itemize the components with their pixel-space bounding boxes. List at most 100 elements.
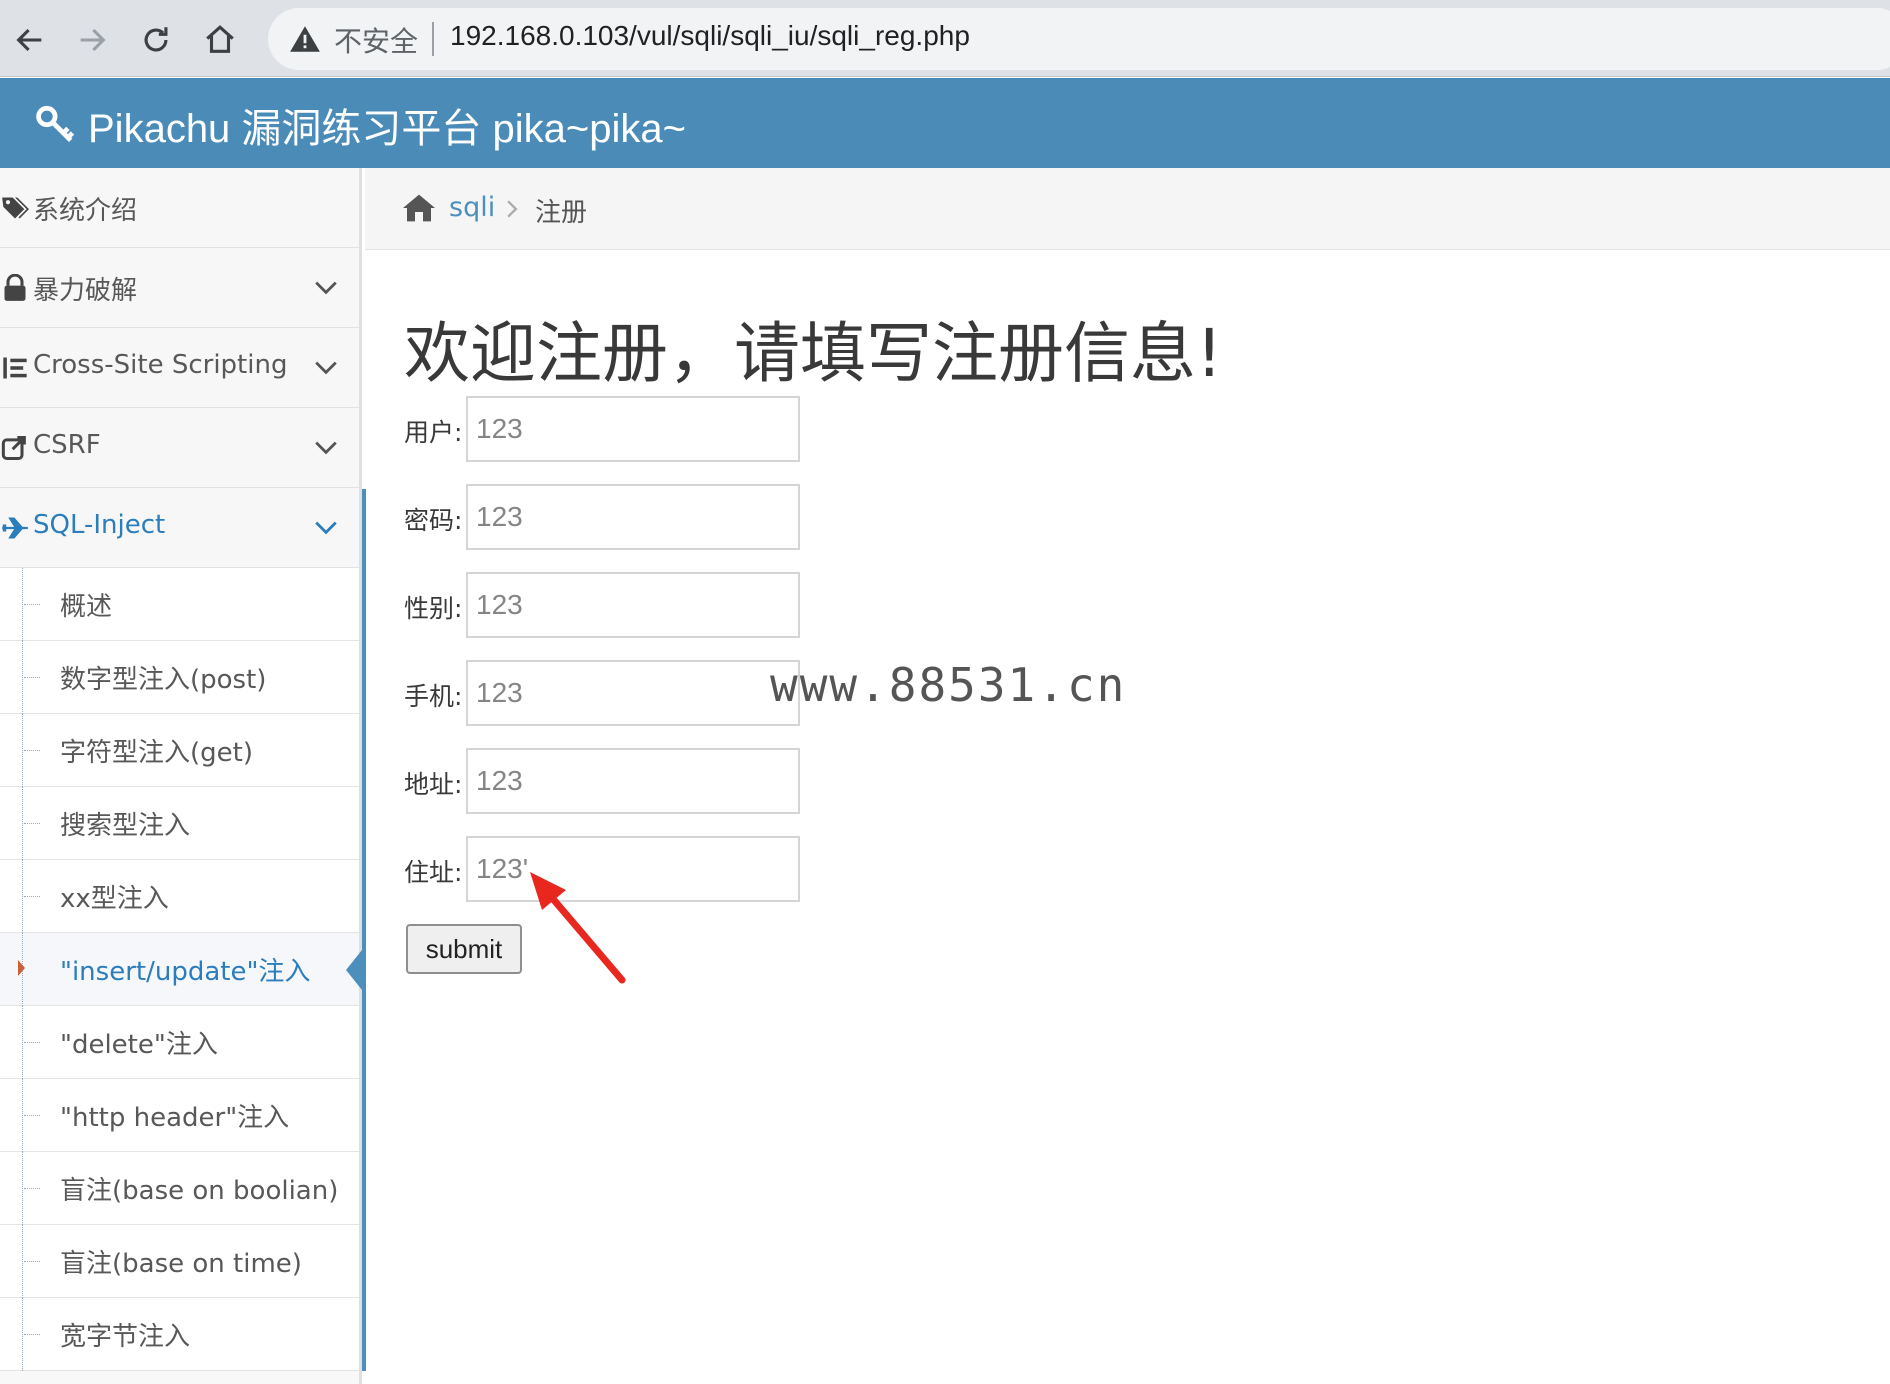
- omnibox-divider: [432, 22, 434, 56]
- chevron-down-icon: [315, 281, 337, 295]
- gender-label: 性别:: [404, 594, 463, 623]
- tags-icon: [2, 197, 29, 219]
- sidebar-item-sqli[interactable]: SQL-Inject: [0, 488, 359, 568]
- breadcrumb-link-sqli[interactable]: sqli: [449, 192, 495, 223]
- tree-line: [22, 1079, 23, 1152]
- submenu-item-overview[interactable]: 概述: [0, 568, 359, 641]
- submenu-label: 数字型注入(post): [60, 665, 267, 695]
- tree-line: [22, 1225, 23, 1298]
- share-icon: [1, 435, 26, 461]
- submenu-label: 搜索型注入: [60, 811, 191, 841]
- submenu-item-search[interactable]: 搜索型注入: [0, 787, 359, 860]
- sidebar-item-bruteforce[interactable]: 暴力破解: [0, 248, 359, 328]
- tree-line: [22, 1298, 23, 1371]
- tree-line: [22, 1152, 23, 1225]
- tree-line: [22, 641, 23, 714]
- list-icon: [3, 357, 27, 379]
- tree-branch: [24, 1334, 40, 1335]
- plane-icon: [2, 517, 28, 539]
- caret-right-icon: [18, 960, 25, 976]
- phone-input[interactable]: [466, 660, 800, 726]
- back-button[interactable]: [4, 14, 56, 66]
- sidebar-item-label: SQL-Inject: [33, 510, 166, 540]
- arrow-right-icon: [80, 28, 106, 52]
- sidebar-item-intro[interactable]: 系统介绍: [0, 168, 359, 248]
- submenu-item-string-get[interactable]: 字符型注入(get): [0, 714, 359, 787]
- brand-title[interactable]: Pikachu 漏洞练习平台 pika~pika~: [88, 96, 686, 154]
- tree-line: [22, 714, 23, 787]
- home-outline-icon: [206, 25, 234, 53]
- chevron-down-icon: [315, 521, 337, 535]
- active-item-indicator: [346, 950, 362, 990]
- tree-branch: [24, 823, 40, 824]
- submenu-item-blind-boolean[interactable]: 盲注(base on boolian): [0, 1152, 359, 1225]
- tree-branch: [24, 1042, 40, 1043]
- tree-line: [22, 787, 23, 860]
- address-bar[interactable]: 不安全 192.168.0.103/vul/sqli/sqli_iu/sqli_…: [268, 8, 1890, 70]
- submit-button[interactable]: submit: [406, 924, 522, 974]
- submenu-item-delete[interactable]: "delete"注入: [0, 1006, 359, 1079]
- address-input[interactable]: [466, 748, 800, 814]
- sidebar-item-xss[interactable]: Cross-Site Scripting: [0, 328, 359, 408]
- submenu-label: 宽字节注入: [60, 1322, 191, 1352]
- sidebar-item-label: 暴力破解: [33, 276, 138, 306]
- phone-label: 手机:: [404, 682, 463, 711]
- lock-icon: [4, 274, 26, 301]
- security-label[interactable]: 不安全: [334, 20, 418, 60]
- sidebar: 系统介绍 暴力破解 Cross-Site Scripting CSRF SQL-…: [0, 168, 362, 1384]
- url-text[interactable]: 192.168.0.103/vul/sqli/sqli_iu/sqli_reg.…: [450, 20, 970, 52]
- username-label: 用户:: [404, 418, 463, 447]
- chevron-down-icon: [315, 441, 337, 455]
- tree-line: [22, 568, 23, 641]
- submenu-label: 盲注(base on boolian): [60, 1176, 339, 1206]
- reload-button[interactable]: [130, 14, 182, 66]
- tree-branch: [24, 750, 40, 751]
- tree-branch: [24, 1115, 40, 1116]
- submenu-item-numeric-post[interactable]: 数字型注入(post): [0, 641, 359, 714]
- breadcrumb: sqli 注册: [365, 168, 1890, 250]
- submenu-item-http-header[interactable]: "http header"注入: [0, 1079, 359, 1152]
- submenu-label: "insert/update"注入: [60, 957, 311, 987]
- submenu-label: "delete"注入: [60, 1030, 218, 1060]
- password-label: 密码:: [404, 506, 463, 535]
- active-section-bar: [362, 489, 366, 1371]
- sidebar-item-label: 系统介绍: [33, 196, 138, 226]
- chevron-down-icon: [315, 361, 337, 375]
- tree-line: [22, 860, 23, 933]
- tree-branch: [24, 604, 40, 605]
- submenu-label: 盲注(base on time): [60, 1249, 302, 1279]
- breadcrumb-current: 注册: [535, 198, 588, 228]
- submenu-label: xx型注入: [60, 884, 169, 914]
- sidebar-item-label: CSRF: [33, 430, 101, 460]
- gender-input[interactable]: [466, 572, 800, 638]
- sidebar-item-csrf[interactable]: CSRF: [0, 408, 359, 488]
- page-title: 欢迎注册，请填写注册信息!: [404, 315, 1223, 392]
- home-icon[interactable]: [401, 192, 437, 224]
- sidebar-item-label: Cross-Site Scripting: [33, 350, 288, 380]
- submenu-item-wide-byte[interactable]: 宽字节注入: [0, 1298, 359, 1371]
- warning-icon[interactable]: [288, 22, 322, 56]
- submenu-item-insert-update[interactable]: "insert/update"注入: [0, 933, 359, 1006]
- reload-icon: [144, 27, 168, 52]
- residence-label: 住址:: [404, 858, 463, 887]
- username-input[interactable]: [466, 396, 800, 462]
- submenu-item-xx[interactable]: xx型注入: [0, 860, 359, 933]
- key-icon: [36, 105, 75, 143]
- tree-branch: [24, 1188, 40, 1189]
- submenu-label: 概述: [60, 592, 113, 622]
- sqli-submenu: 概述 数字型注入(post) 字符型注入(get) 搜索型注入 xx型注入 "i…: [0, 568, 359, 1371]
- browser-toolbar: 不安全 192.168.0.103/vul/sqli/sqli_iu/sqli_…: [0, 0, 1890, 77]
- password-input[interactable]: [466, 484, 800, 550]
- residence-input[interactable]: [466, 836, 800, 902]
- watermark: www.88531.cn: [770, 658, 1127, 712]
- submenu-label: 字符型注入(get): [60, 738, 253, 768]
- address-label: 地址:: [404, 770, 463, 799]
- forward-button[interactable]: [66, 14, 118, 66]
- app-header: Pikachu 漏洞练习平台 pika~pika~: [0, 78, 1890, 168]
- home-button[interactable]: [194, 14, 246, 66]
- tree-branch: [24, 1261, 40, 1262]
- submenu-item-blind-time[interactable]: 盲注(base on time): [0, 1225, 359, 1298]
- tree-branch: [24, 677, 40, 678]
- tree-line: [22, 1006, 23, 1079]
- tree-branch: [24, 896, 40, 897]
